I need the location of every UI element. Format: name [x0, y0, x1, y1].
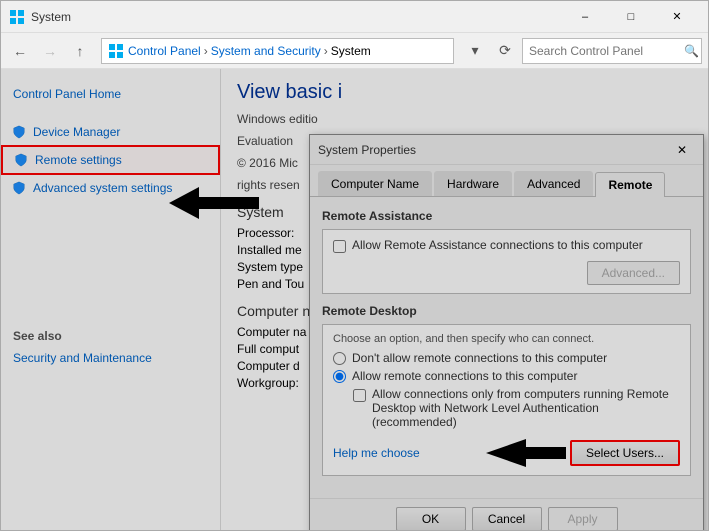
refresh-button[interactable]: ⟳: [492, 38, 518, 64]
window-controls: – □ ✕: [562, 2, 700, 32]
back-button[interactable]: ←: [7, 38, 33, 64]
window-title: System: [31, 10, 562, 24]
main-area: Control Panel Home Device Manager Remote…: [1, 69, 708, 530]
window: System – □ ✕ ← → ↑ Control Panel › Syste…: [0, 0, 709, 531]
search-icon: 🔍: [684, 44, 699, 58]
breadcrumb-system-security[interactable]: System and Security: [211, 44, 321, 58]
dialog-overlay: [1, 69, 708, 530]
breadcrumb-icon: [108, 43, 128, 59]
breadcrumb-control-panel[interactable]: Control Panel: [128, 44, 201, 58]
close-button[interactable]: ✕: [654, 2, 700, 32]
breadcrumb-sep-1: ›: [204, 44, 208, 58]
search-box: 🔍: [522, 38, 702, 64]
up-button[interactable]: ↑: [67, 38, 93, 64]
maximize-button[interactable]: □: [608, 2, 654, 32]
search-input[interactable]: [529, 44, 684, 58]
breadcrumb: Control Panel › System and Security › Sy…: [101, 38, 454, 64]
breadcrumb-system: System: [331, 44, 371, 58]
dropdown-button[interactable]: ▾: [462, 38, 488, 64]
forward-button[interactable]: →: [37, 38, 63, 64]
minimize-button[interactable]: –: [562, 2, 608, 32]
window-icon: [9, 9, 25, 25]
breadcrumb-sep-2: ›: [324, 44, 328, 58]
address-bar: ← → ↑ Control Panel › System and Securit…: [1, 33, 708, 69]
title-bar: System – □ ✕: [1, 1, 708, 33]
